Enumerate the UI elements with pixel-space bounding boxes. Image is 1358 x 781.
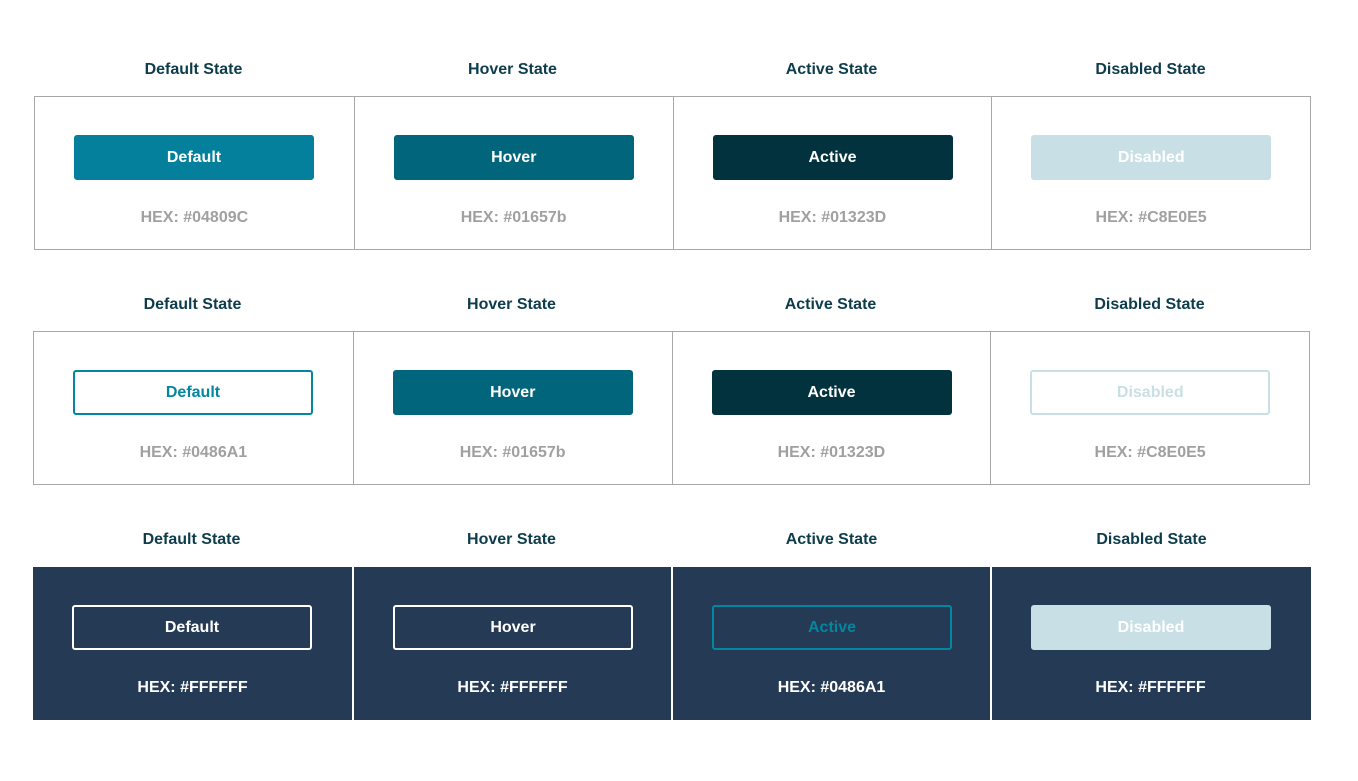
state-cell-default: Default HEX: #FFFFFF [33, 567, 352, 720]
hex-value: HEX: #C8E0E5 [1094, 444, 1206, 461]
state-label-hover: Hover State [467, 296, 556, 313]
state-cell-hover: Hover HEX: #FFFFFF [352, 567, 671, 720]
state-labels: Default State Hover State Active State D… [0, 293, 1358, 317]
hex-value: HEX: #01657b [460, 209, 567, 226]
active-button[interactable]: Active [712, 605, 952, 650]
state-cell-default: Default HEX: #0486A1 [34, 332, 353, 484]
state-label-active: Active State [784, 296, 877, 313]
hex-value: HEX: #FFFFFF [1095, 679, 1206, 696]
state-label-default: Default State [143, 296, 242, 313]
hover-button[interactable]: Hover [393, 605, 633, 650]
state-label-active: Active State [785, 61, 878, 78]
hex-value: HEX: #01323D [777, 444, 886, 461]
state-label-active: Active State [785, 531, 878, 548]
default-button[interactable]: Default [72, 605, 312, 650]
state-labels: Default State Hover State Active State D… [0, 58, 1358, 82]
state-labels: Default State Hover State Active State D… [0, 528, 1358, 552]
default-button[interactable]: Default [73, 370, 313, 415]
state-label-hover: Hover State [467, 531, 556, 548]
state-label-hover: Hover State [468, 61, 557, 78]
disabled-button[interactable]: Disabled [1031, 135, 1272, 180]
state-cell-disabled: Disabled HEX: #C8E0E5 [990, 332, 1309, 484]
state-label-default: Default State [142, 531, 241, 548]
active-button[interactable]: Active [711, 370, 952, 415]
hex-value: HEX: #FFFFFF [137, 679, 248, 696]
button-states-grid-dark: Default HEX: #FFFFFF Hover HEX: #FFFFFF … [33, 567, 1311, 720]
button-states-grid: Default HEX: #0486A1 Hover HEX: #01657b … [33, 331, 1310, 485]
state-cell-active: Active HEX: #0486A1 [671, 567, 990, 720]
state-cell-default: Default HEX: #04809C [35, 97, 354, 249]
state-cell-disabled: Disabled HEX: #FFFFFF [990, 567, 1309, 720]
hex-value: HEX: #FFFFFF [457, 679, 568, 696]
button-states-grid: Default HEX: #04809C Hover HEX: #01657b … [34, 96, 1311, 250]
hex-value: HEX: #0486A1 [139, 444, 248, 461]
state-cell-disabled: Disabled HEX: #C8E0E5 [991, 97, 1310, 249]
hex-value: HEX: #01657b [459, 444, 566, 461]
active-button[interactable]: Active [712, 135, 953, 180]
hover-button[interactable]: Hover [392, 370, 633, 415]
disabled-button[interactable]: Disabled [1031, 605, 1271, 650]
state-cell-active: Active HEX: #01323D [671, 332, 991, 484]
disabled-button[interactable]: Disabled [1030, 370, 1271, 415]
state-cell-active: Active HEX: #01323D [672, 97, 992, 249]
state-cell-hover: Hover HEX: #01657b [352, 332, 672, 484]
default-button[interactable]: Default [74, 135, 314, 180]
hex-value: HEX: #C8E0E5 [1095, 209, 1207, 226]
hex-value: HEX: #01323D [778, 209, 887, 226]
state-label-default: Default State [144, 61, 243, 78]
state-label-disabled: Disabled State [1094, 296, 1205, 313]
state-label-disabled: Disabled State [1096, 531, 1207, 548]
state-label-disabled: Disabled State [1095, 61, 1206, 78]
hover-button[interactable]: Hover [393, 135, 634, 180]
state-cell-hover: Hover HEX: #01657b [353, 97, 673, 249]
hex-value: HEX: #0486A1 [777, 679, 886, 696]
hex-value: HEX: #04809C [140, 209, 249, 226]
